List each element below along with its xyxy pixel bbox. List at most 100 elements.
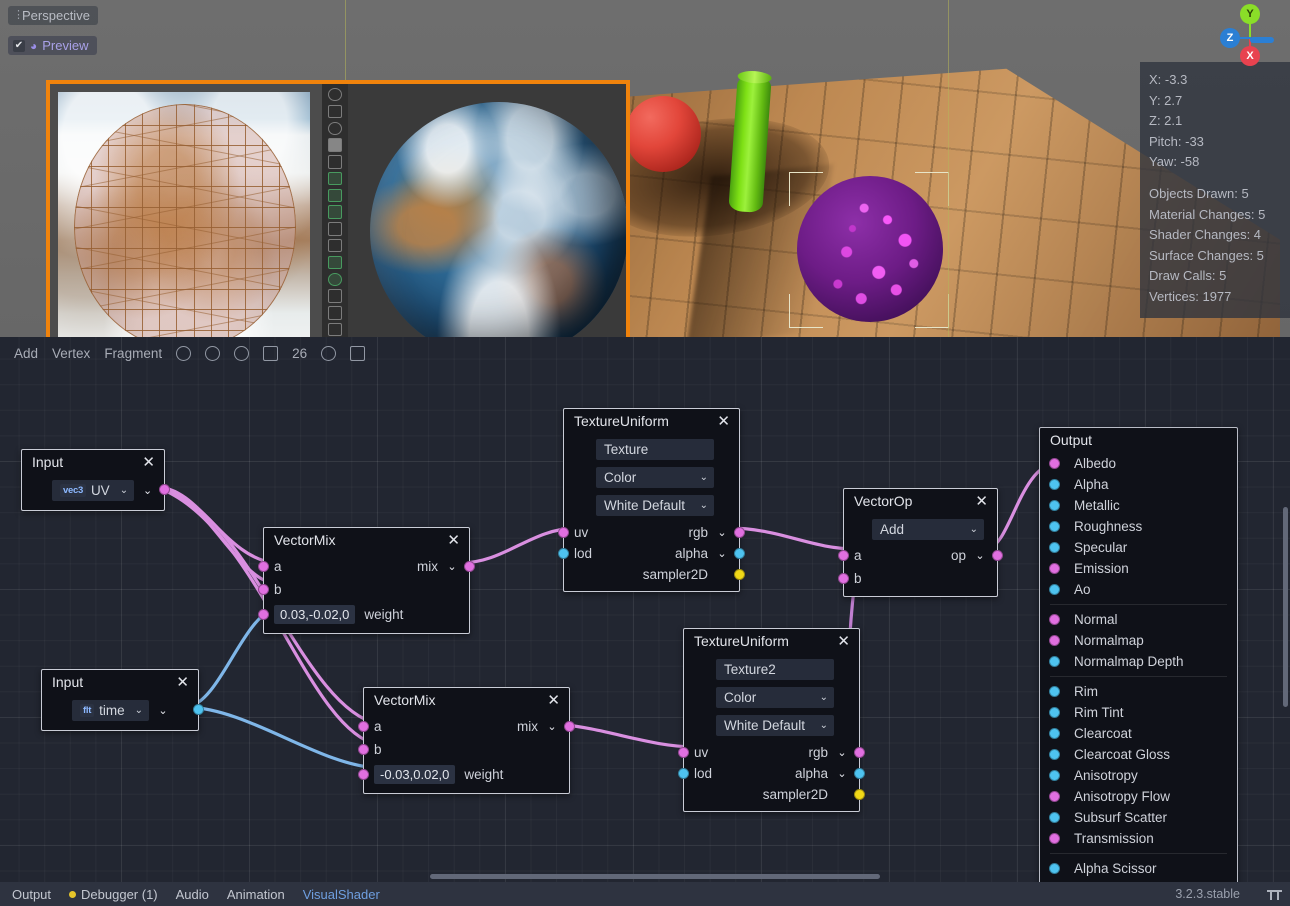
input-port-a[interactable] [358, 721, 369, 732]
close-icon[interactable]: ✕ [716, 414, 731, 429]
close-icon[interactable]: ✕ [974, 494, 989, 509]
input-port-uv[interactable] [558, 527, 569, 538]
color-type-select[interactable]: Color ⌄ [596, 467, 714, 488]
input-port-normalmap-depth[interactable] [1049, 656, 1060, 667]
input-port-b[interactable] [258, 584, 269, 595]
node-input-uv[interactable]: Input ✕ vec3 UV ⌄ ⌄ [21, 449, 165, 511]
checkbox-checked-icon[interactable]: ✔ [13, 40, 25, 52]
port-expand-icon[interactable]: ⌄ [715, 547, 729, 560]
port-expand-icon[interactable]: ⌄ [445, 560, 459, 573]
info-tool-icon[interactable] [328, 306, 342, 319]
input-port-a[interactable] [838, 550, 849, 561]
chevron-down-icon[interactable]: ⌄ [120, 485, 128, 496]
input-port-emission[interactable] [1049, 563, 1060, 574]
output-port-sampler2d[interactable] [854, 789, 865, 800]
screenshot-icon[interactable] [350, 346, 365, 361]
graph-horizontal-scrollbar[interactable] [0, 872, 1290, 881]
rotate-mode-icon[interactable] [328, 122, 342, 135]
tab-fragment[interactable]: Fragment [104, 346, 162, 361]
output-port-row[interactable]: Normalmap [1040, 630, 1237, 651]
input-port-roughness[interactable] [1049, 521, 1060, 532]
output-port-row[interactable]: Albedo [1040, 453, 1237, 474]
resize-grip-icon[interactable] [1267, 888, 1282, 900]
purple-emissive-sphere-object[interactable] [797, 176, 943, 322]
gizmo-y-axis[interactable]: Y [1240, 4, 1260, 24]
output-port-row[interactable]: Alpha [1040, 474, 1237, 495]
tab-vertex[interactable]: Vertex [52, 346, 90, 361]
node-titlebar[interactable]: TextureUniform ✕ [684, 629, 859, 653]
scrollbar-thumb[interactable] [430, 874, 880, 879]
port-expand-icon[interactable]: ⌄ [835, 746, 849, 759]
input-port-transmission[interactable] [1049, 833, 1060, 844]
chevron-down-icon[interactable]: ⌄ [820, 692, 828, 703]
chevron-down-icon[interactable]: ⌄ [700, 472, 708, 483]
output-port-mix[interactable] [564, 721, 575, 732]
output-port-row[interactable]: Rim Tint [1040, 702, 1237, 723]
node-titlebar[interactable]: Input ✕ [42, 670, 198, 694]
input-port-metallic[interactable] [1049, 500, 1060, 511]
output-port-mix[interactable] [464, 561, 475, 572]
input-port-normal[interactable] [1049, 614, 1060, 625]
group-tool-icon[interactable] [328, 222, 342, 235]
port-expand-icon[interactable]: ⌄ [973, 549, 987, 562]
scrollbar-thumb[interactable] [1283, 507, 1288, 707]
input-port-uv[interactable] [678, 747, 689, 758]
output-port-rgb[interactable] [734, 527, 745, 538]
input-port-lod[interactable] [558, 548, 569, 559]
close-icon[interactable]: ✕ [175, 675, 190, 690]
gizmo-z-axis[interactable]: Z [1220, 28, 1240, 48]
perspective-menu-button[interactable]: ⋮ Perspective [8, 6, 98, 25]
bottom-tab-audio[interactable]: Audio [176, 887, 209, 902]
ruler-tool-icon[interactable] [328, 155, 342, 168]
node-texture-uniform-1[interactable]: TextureUniform ✕ Texture Color ⌄ White D… [563, 408, 740, 592]
input-port-clearcoat[interactable] [1049, 728, 1060, 739]
node-vector-op[interactable]: VectorOp ✕ Add ⌄ a op ⌄ [843, 488, 998, 597]
node-titlebar[interactable]: Output [1040, 428, 1237, 452]
input-type-select[interactable]: vec3 UV ⌄ [52, 480, 134, 501]
add-node-button[interactable]: Add [14, 346, 38, 361]
output-port-row[interactable]: Normal [1040, 609, 1237, 630]
input-port-lod[interactable] [678, 768, 689, 779]
gizmo-x-axis[interactable]: X [1240, 46, 1260, 66]
output-port-row[interactable]: Anisotropy Flow [1040, 786, 1237, 807]
input-port-rim-tint[interactable] [1049, 707, 1060, 718]
zoom-out-icon[interactable] [205, 346, 220, 361]
port-expand-icon[interactable]: ⌄ [715, 526, 729, 539]
zoom-reset-icon[interactable] [176, 346, 191, 361]
input-port-b[interactable] [358, 744, 369, 755]
input-port-rim[interactable] [1049, 686, 1060, 697]
close-icon[interactable]: ✕ [141, 455, 156, 470]
output-port-row[interactable]: Rim [1040, 681, 1237, 702]
preview-wireframe-pane[interactable] [50, 84, 322, 370]
close-icon[interactable]: ✕ [836, 634, 851, 649]
input-port-a[interactable] [258, 561, 269, 572]
axis-gizmo[interactable]: Y Z X [1218, 2, 1282, 66]
output-port-row[interactable]: Subsurf Scatter [1040, 807, 1237, 828]
output-port-time[interactable] [193, 704, 204, 715]
graph-toolbar[interactable]: Add Vertex Fragment 26 [0, 337, 1290, 369]
preview-render-pane[interactable] [322, 84, 626, 370]
graph-vertical-scrollbar[interactable] [1283, 507, 1289, 867]
weight-value-field[interactable]: 0.03,-0.02,0 [274, 605, 355, 624]
move-mode-icon[interactable] [328, 105, 342, 118]
port-expand-icon[interactable]: ⌄ [141, 484, 154, 497]
close-icon[interactable]: ✕ [546, 693, 561, 708]
grid-tool-icon[interactable] [328, 189, 342, 202]
bottom-tab-output[interactable]: Output [12, 887, 51, 902]
minimap-toggle-icon[interactable] [321, 346, 336, 361]
gizmo-tool-icon[interactable] [328, 289, 342, 302]
input-port-weight[interactable] [358, 769, 369, 780]
input-port-alpha[interactable] [1049, 479, 1060, 490]
input-port-ao[interactable] [1049, 584, 1060, 595]
snap-tool-icon[interactable] [328, 172, 342, 185]
color-type-select[interactable]: Color ⌄ [716, 687, 834, 708]
visual-shader-graph-editor[interactable]: Add Vertex Fragment 26 [0, 337, 1290, 882]
node-titlebar[interactable]: VectorMix ✕ [264, 528, 469, 552]
output-port-row[interactable]: Clearcoat [1040, 723, 1237, 744]
default-texture-select[interactable]: White Default ⌄ [716, 715, 834, 736]
output-port-rgb[interactable] [854, 747, 865, 758]
input-port-subsurf-scatter[interactable] [1049, 812, 1060, 823]
axes-tool-icon[interactable] [328, 323, 342, 336]
default-texture-select[interactable]: White Default ⌄ [596, 495, 714, 516]
port-expand-icon[interactable]: ⌄ [156, 704, 170, 717]
